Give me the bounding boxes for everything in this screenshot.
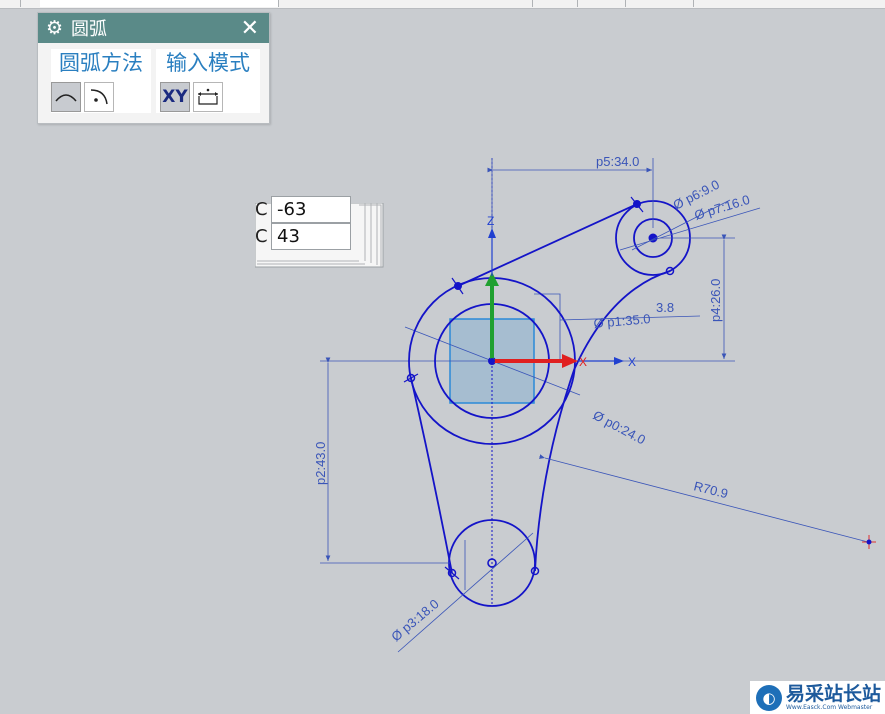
arc-method-group: 圆弧方法 [51, 49, 151, 113]
gear-icon[interactable]: ⚙ [46, 17, 63, 39]
left-connecting-arc[interactable] [410, 377, 453, 574]
center-end-arc-button[interactable] [84, 82, 114, 112]
yc-label: C [255, 226, 268, 247]
parameter-mode-button[interactable] [193, 82, 223, 112]
center-end-arc-icon [90, 89, 108, 105]
dim-p4[interactable]: p4:26.0 [708, 279, 723, 322]
z-axis-label: Z [487, 214, 494, 228]
dim-p0[interactable]: Ø p0:24.0 [591, 407, 648, 447]
coordinate-input-panel: C -63 C 43 [255, 196, 385, 270]
watermark-subtext: Www.Easck.Com Webmaster [786, 704, 873, 711]
arc-center-marker[interactable] [862, 535, 876, 549]
input-mode-group: 输入模式 XY [156, 49, 260, 113]
x-axis-label: X [579, 355, 587, 369]
yc-input[interactable]: 43 [271, 223, 351, 250]
dim-p1-extra: 3.8 [656, 300, 674, 315]
dialog-title: 圆弧 [71, 19, 108, 40]
x-axis-label-secondary: X [628, 355, 636, 369]
dim-p5[interactable]: p5:34.0 [596, 154, 639, 169]
parameter-mode-icon [198, 88, 218, 105]
close-icon[interactable]: ✕ [241, 16, 259, 41]
dim-p2[interactable]: p2:43.0 [313, 442, 328, 485]
top-tangent-line[interactable] [457, 203, 638, 287]
arc-dialog: ⚙ 圆弧 ✕ 圆弧方法 输入模式 XY [37, 12, 270, 124]
dialog-title-bar[interactable]: ⚙ 圆弧 ✕ [38, 13, 269, 43]
site-watermark: ◐ 易采站长站 Www.Easck.Com Webmaster [750, 681, 885, 714]
dim-p1[interactable]: Ø p1:35.0 [593, 311, 651, 331]
input-mode-label: 输入模式 [166, 51, 250, 75]
xy-mode-button[interactable]: XY [160, 82, 190, 112]
site-logo-icon: ◐ [756, 684, 782, 711]
three-point-arc-icon [55, 94, 77, 102]
three-point-arc-button[interactable] [51, 82, 81, 112]
xc-input[interactable]: -63 [271, 196, 351, 223]
xc-label: C [255, 199, 268, 220]
arc-method-label: 圆弧方法 [59, 51, 143, 75]
watermark-text: 易采站长站 [786, 683, 882, 705]
